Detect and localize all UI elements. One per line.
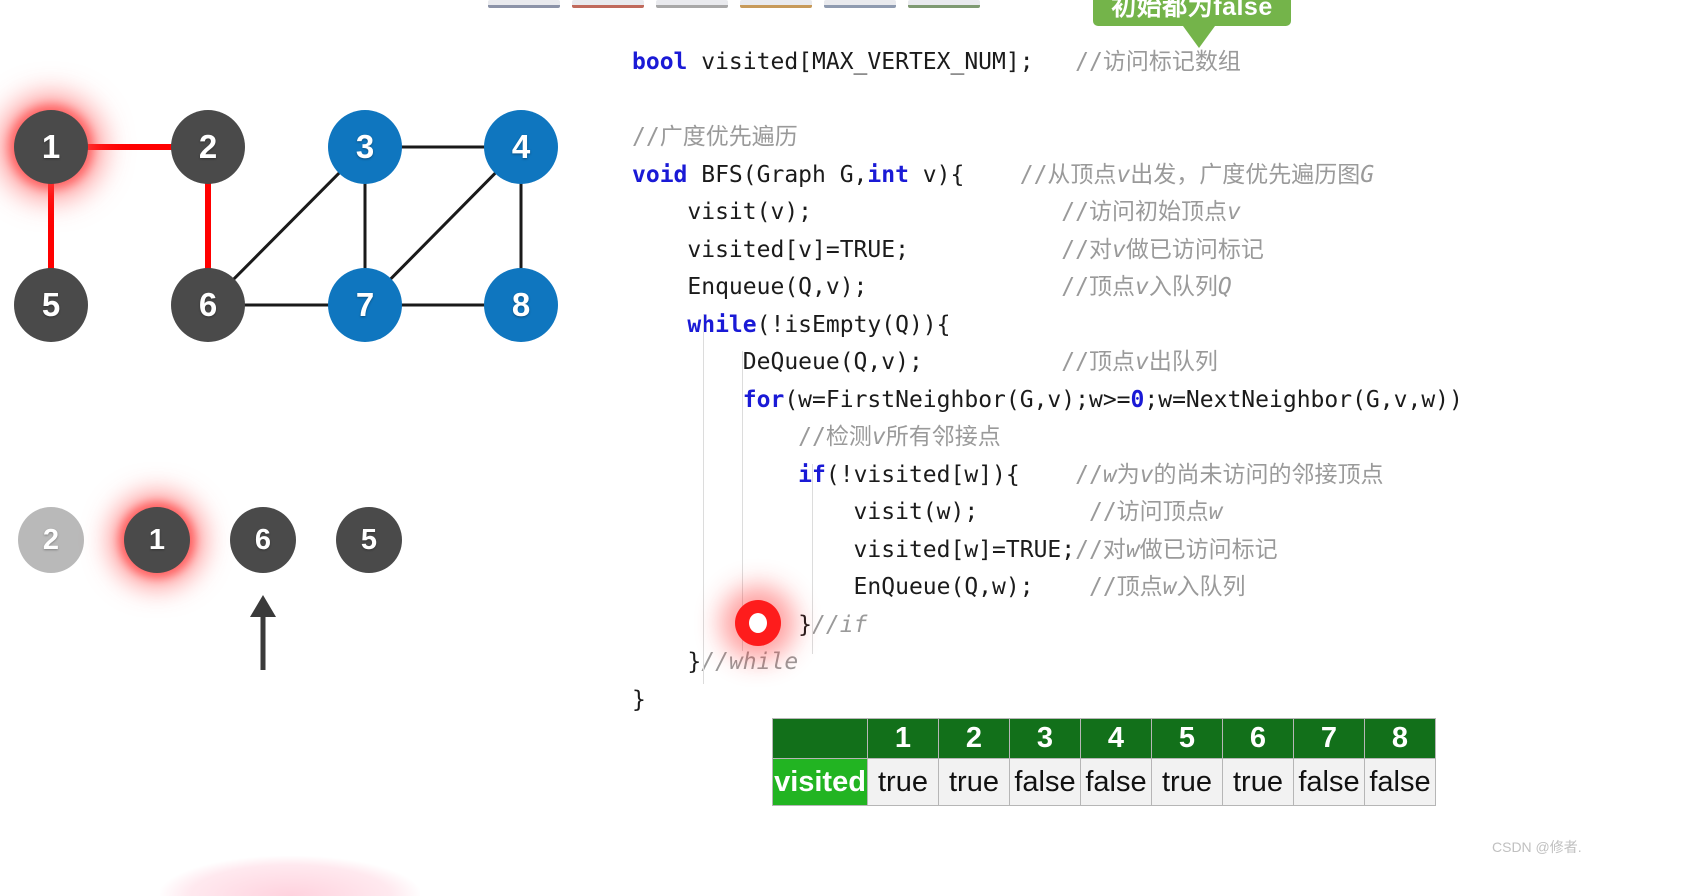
code-indent-guide-0 bbox=[703, 314, 704, 684]
code-line-call-visit-v: visit(v); //访问初始顶点v bbox=[632, 199, 1241, 225]
table-header-5: 5 bbox=[1151, 718, 1223, 759]
decorative-pink-blob bbox=[160, 856, 420, 896]
code-indent-guide-2 bbox=[812, 464, 813, 654]
code-line-set-visited-w: visited[w]=TRUE;//对w做已访问标记 bbox=[632, 536, 1278, 563]
code-line-enqueue-v: Enqueue(Q,v); //顶点v入队列Q bbox=[632, 274, 1232, 300]
table-cell-visited-2: true bbox=[938, 758, 1010, 806]
table-header-4: 4 bbox=[1080, 718, 1152, 759]
code-line-if-not-visited: if(!visited[w]){ //w为v的尚未访问的邻接顶点 bbox=[798, 461, 1384, 488]
table-cell-visited-3: false bbox=[1009, 758, 1081, 806]
graph-node-4[interactable]: 4 bbox=[484, 110, 558, 184]
code-line-close-while: }//while bbox=[632, 649, 799, 675]
table-header-1: 1 bbox=[867, 718, 939, 759]
table-cell-visited-8: false bbox=[1364, 758, 1436, 806]
code-line-close-if: }//if bbox=[632, 611, 868, 638]
toolbar-chip-5[interactable] bbox=[824, 0, 896, 8]
toolbar-chip-1[interactable] bbox=[488, 0, 560, 8]
table-cell-visited-5: true bbox=[1151, 758, 1223, 806]
code-line-while-isempty: while(!isEmpty(Q)){ bbox=[687, 311, 951, 338]
queue-item-2[interactable]: 2 bbox=[18, 507, 84, 573]
graph-edge-4-7 bbox=[388, 170, 498, 282]
table-header-2: 2 bbox=[938, 718, 1010, 759]
graph-node-5[interactable]: 5 bbox=[14, 268, 88, 342]
graph-node-1[interactable]: 1 bbox=[14, 110, 88, 184]
graph-edge-3-6 bbox=[231, 170, 342, 282]
code-line-comment-bfs: //广度优先遍历 bbox=[632, 124, 798, 150]
tooltip-label: 初始都为false bbox=[1111, 0, 1273, 21]
code-line-set-visited-v: visited[v]=TRUE; //对v做已访问标记 bbox=[632, 236, 1264, 263]
table-header-6: 6 bbox=[1222, 718, 1294, 759]
code-line-enqueue-w: EnQueue(Q,w); //顶点w入队列 bbox=[632, 574, 1246, 600]
top-toolbar-strip bbox=[0, 0, 1692, 10]
tooltip-initial-all-false: 初始都为false bbox=[1093, 0, 1291, 26]
code-line-blank-1 bbox=[632, 82, 1692, 120]
bfs-code-listing: bool visited[MAX_VERTEX_NUM]; //访问标记数组 //… bbox=[632, 44, 1692, 734]
graph-node-7[interactable]: 7 bbox=[328, 268, 402, 342]
code-line-for-neighbor: for(w=FirstNeighbor(G,v);w>=0;w=NextNeig… bbox=[742, 386, 1463, 413]
graph-node-3[interactable]: 3 bbox=[328, 110, 402, 184]
table-cell-visited-1: true bbox=[867, 758, 939, 806]
bfs-queue-visualization: 2165 bbox=[0, 495, 470, 675]
code-line-call-visit-w: visit(w); //访问顶点w bbox=[632, 499, 1223, 525]
code-line-comment-check: //检测v所有邻接点 bbox=[798, 424, 1001, 450]
toolbar-chip-4[interactable] bbox=[740, 0, 812, 8]
toolbar-chip-6[interactable] bbox=[908, 0, 980, 8]
red-ring-marker-icon bbox=[735, 600, 781, 646]
code-line-fn-bfs: void BFS(Graph G,int v){ //从顶点v出发，广度优先遍历… bbox=[632, 161, 1375, 188]
table-header-7: 7 bbox=[1293, 718, 1365, 759]
table-row-visited: visited true true false false true true false f… bbox=[772, 758, 1436, 806]
graph-node-6[interactable]: 6 bbox=[171, 268, 245, 342]
table-header-8: 8 bbox=[1364, 718, 1436, 759]
table-cell-visited-6: true bbox=[1222, 758, 1294, 806]
code-line-close-fn: } bbox=[632, 686, 646, 713]
table-cell-visited-7: false bbox=[1293, 758, 1365, 806]
visited-array-table: 12345678 visited true true false false true t… bbox=[772, 718, 1436, 806]
table-header-3: 3 bbox=[1009, 718, 1081, 759]
graph-node-8[interactable]: 8 bbox=[484, 268, 558, 342]
queue-item-6[interactable]: 6 bbox=[230, 507, 296, 573]
code-line-decl-visited: bool visited[MAX_VERTEX_NUM]; //访问标记数组 bbox=[632, 49, 1241, 75]
graph-node-2[interactable]: 2 bbox=[171, 110, 245, 184]
table-row-label: visited bbox=[772, 758, 868, 806]
table-row-header: 12345678 bbox=[772, 718, 1436, 759]
csdn-watermark: CSDN @修者. bbox=[1492, 839, 1582, 855]
toolbar-chip-2[interactable] bbox=[572, 0, 644, 8]
queue-item-1[interactable]: 1 bbox=[124, 507, 190, 573]
table-corner-cell bbox=[772, 718, 868, 759]
graph-diagram: 1 2 3 4 5 6 7 8 bbox=[0, 60, 620, 400]
table-cell-visited-4: false bbox=[1080, 758, 1152, 806]
code-line-dequeue: DeQueue(Q,v); //顶点v出队列 bbox=[632, 349, 1218, 375]
toolbar-chip-3[interactable] bbox=[656, 0, 728, 8]
queue-item-5[interactable]: 5 bbox=[336, 507, 402, 573]
